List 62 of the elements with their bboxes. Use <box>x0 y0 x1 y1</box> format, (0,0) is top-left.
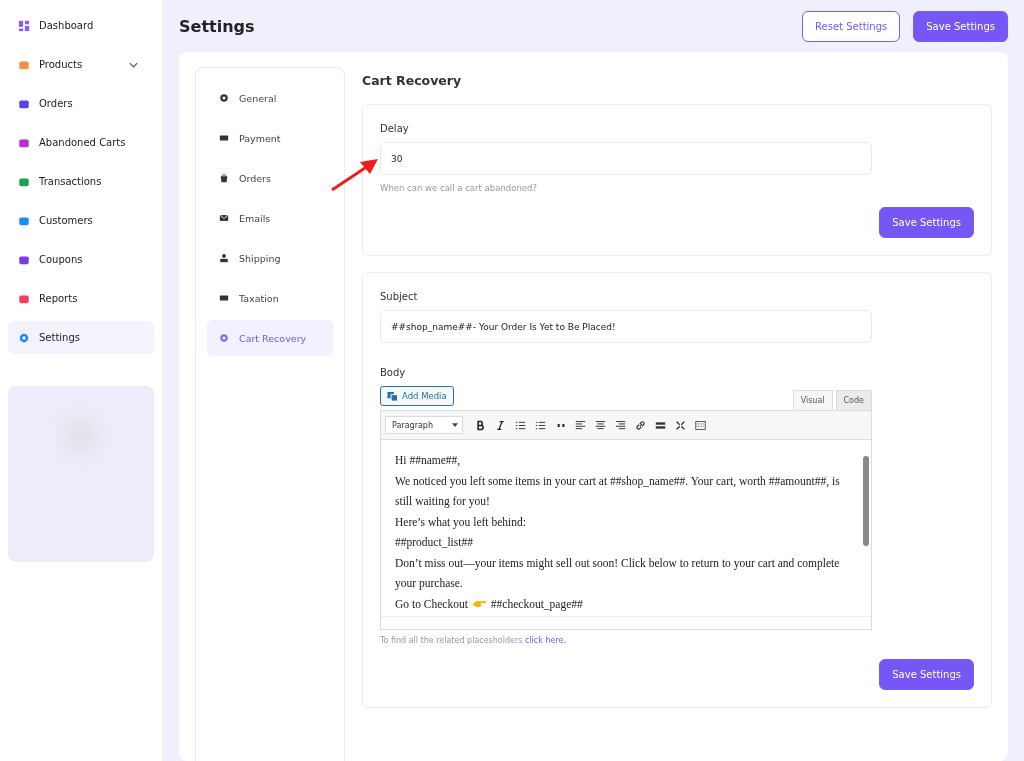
editor-tab[interactable]: Code <box>835 390 872 410</box>
sidebar-item[interactable]: Orders <box>8 87 154 120</box>
nav-icon <box>219 133 229 143</box>
right-icon[interactable] <box>615 419 626 431</box>
body-text: ##product_list## <box>395 535 474 551</box>
nav-icon <box>219 253 229 263</box>
body-text: We noticed you left some items in your cart at ##shop_name##. Your cart, worth ##amount##, is still waiting for you! <box>395 473 841 510</box>
media-icon <box>387 390 398 402</box>
delay-input[interactable]: 30 <box>380 142 872 175</box>
nav-icon <box>219 173 229 183</box>
body-text: ##checkout_page## <box>490 596 583 613</box>
sidebar-item[interactable]: Products <box>8 48 154 81</box>
settings-nav-item[interactable]: General <box>207 80 333 116</box>
sidebar-item[interactable]: Reports <box>8 282 154 315</box>
sidebar-item[interactable]: Transactions <box>8 165 154 198</box>
placeholders-link[interactable]: click here. <box>525 636 566 645</box>
hint-text: To find all the related placesholders click here. <box>380 636 567 645</box>
sidebar-item[interactable]: Settings <box>8 321 154 354</box>
link-icon[interactable] <box>635 419 646 431</box>
field-label: Subject <box>380 291 419 302</box>
subject-input[interactable]: ##shop_name##- Your Order Is Yet to Be Placed! <box>380 310 872 343</box>
settings-nav-item[interactable]: Cart Recovery <box>207 320 333 356</box>
nav-icon <box>219 93 229 103</box>
body-text: Don’t miss out—your items might sell out soon! Click below to return to your cart and complete your purchase. <box>395 555 841 592</box>
bold-icon[interactable] <box>475 419 486 431</box>
format-dropdown[interactable]: Paragraph <box>385 416 463 434</box>
pointing-hand-icon <box>471 598 487 609</box>
settings-nav-item[interactable]: Taxation <box>207 280 333 316</box>
field-label: Delay <box>380 123 410 134</box>
italic-icon[interactable] <box>495 419 506 431</box>
caret-icon <box>452 423 458 427</box>
settings-nav-item[interactable]: Emails <box>207 200 333 236</box>
sidebar-item[interactable]: Dashboard <box>8 9 154 42</box>
reset-button[interactable]: Reset Settings <box>802 10 901 42</box>
ul-icon[interactable] <box>515 419 526 431</box>
help-text: When can we call a cart abandoned? <box>380 183 538 193</box>
body-text: Go to Checkout <box>395 596 468 612</box>
settings-nav-item[interactable]: Shipping <box>207 240 333 276</box>
body-text: Hi ##name##, <box>395 453 462 468</box>
save-button[interactable]: Save Settings <box>879 207 974 238</box>
page-title: Settings <box>179 16 255 36</box>
menu-icon <box>18 19 30 32</box>
editor-tab[interactable]: Visual <box>792 390 833 410</box>
annotation-arrow <box>330 156 380 192</box>
body-text: Here’s what you left behind: <box>395 514 527 531</box>
nav-icon <box>219 213 229 223</box>
center-icon[interactable] <box>595 419 606 431</box>
menu-icon <box>18 331 30 344</box>
settings-nav-item[interactable]: Orders <box>207 160 333 196</box>
add-media-button[interactable]: Add Media <box>380 386 454 406</box>
save-button[interactable]: Save Settings <box>879 659 974 690</box>
save-button[interactable]: Save Settings <box>913 10 1008 42</box>
nav-icon <box>219 333 229 343</box>
ol-icon[interactable] <box>535 419 546 431</box>
section-title: Cart Recovery <box>362 73 463 88</box>
sidebar-item[interactable]: Coupons <box>8 243 154 276</box>
sidebar-item[interactable]: Abandoned Carts <box>8 126 154 159</box>
nav-icon <box>219 293 229 303</box>
field-label: Body <box>380 367 407 378</box>
left-icon[interactable] <box>575 419 586 431</box>
sidebar-item[interactable]: Customers <box>8 204 154 237</box>
settings-nav-item[interactable]: Payment <box>207 120 333 156</box>
